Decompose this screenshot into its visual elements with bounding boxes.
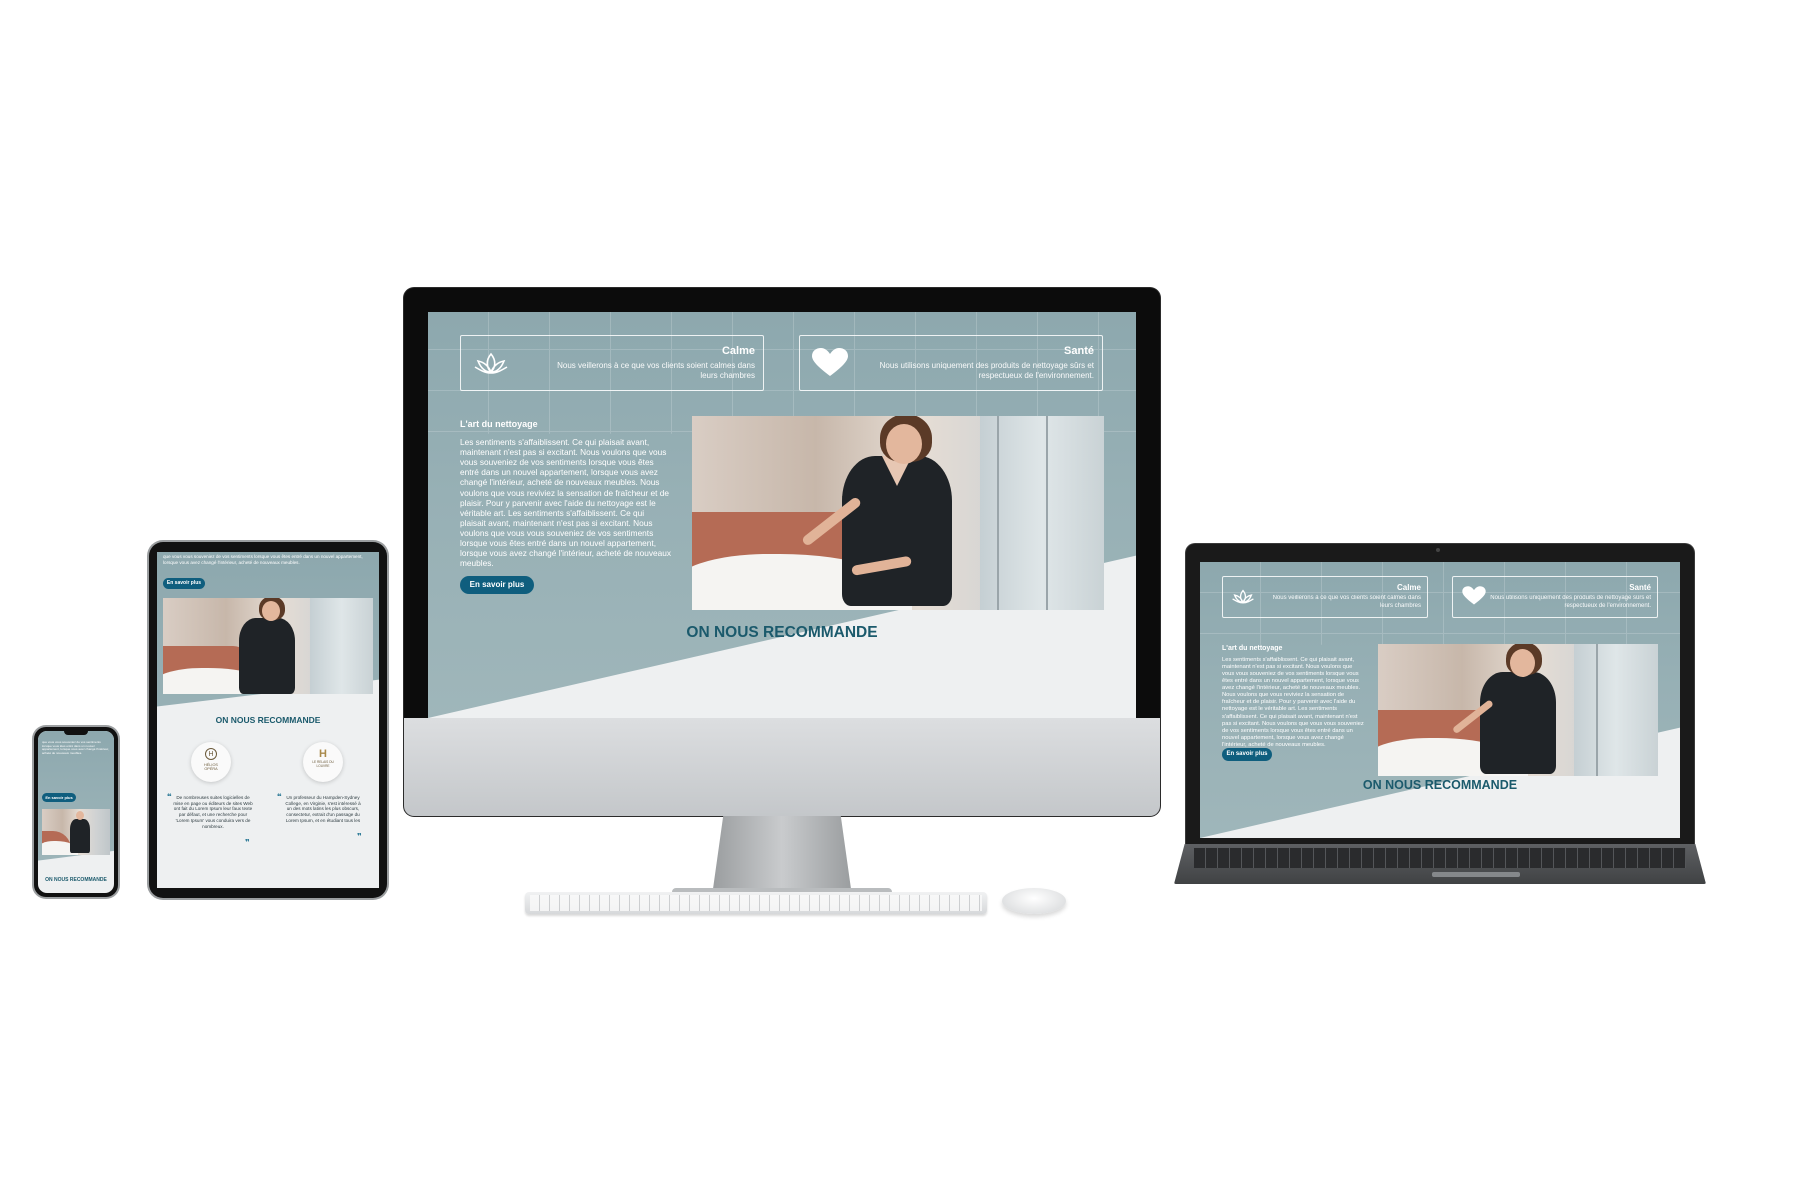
photo-maid-body bbox=[1480, 672, 1556, 774]
laptop-screen: Calme Nous veillerons à ce que vos clien… bbox=[1200, 562, 1680, 838]
photo-maid-face bbox=[886, 424, 922, 464]
section-title: L'art du nettoyage bbox=[1222, 645, 1283, 652]
section-paragraph: que vous vous souveniez de vos sentiment… bbox=[163, 554, 363, 565]
learn-more-button[interactable]: En savoir plus bbox=[460, 576, 534, 594]
heart-icon bbox=[810, 348, 850, 383]
card-title: Calme bbox=[1396, 583, 1421, 592]
keyboard-keys bbox=[530, 895, 982, 911]
card-description: Nous veillerons à ce que vos clients soi… bbox=[557, 361, 755, 380]
card-description: Nous utilisons uniquement des produits d… bbox=[1490, 595, 1651, 609]
tablet: que vous vous souveniez de vos sentiment… bbox=[149, 542, 387, 898]
feature-card-calme: Calme Nous veillerons à ce que vos clien… bbox=[460, 335, 764, 391]
laptop-camera bbox=[1436, 548, 1440, 552]
phone: que vous vous souveniez de vos sentiment… bbox=[34, 727, 118, 897]
card-description: Nous veillerons à ce que vos clients soi… bbox=[1272, 595, 1421, 609]
photo-window-frame bbox=[1046, 416, 1049, 610]
section-title: L'art du nettoyage bbox=[460, 419, 538, 429]
feature-card-sante: Santé Nous utilisons uniquement des prod… bbox=[1452, 576, 1658, 618]
section-paragraph: Les sentiments s'affaiblissent. Ce qui p… bbox=[1222, 657, 1364, 748]
quote-close-icon: ❞ bbox=[245, 838, 250, 847]
quote-close-icon: ❞ bbox=[357, 832, 362, 841]
maid-photo bbox=[42, 809, 110, 855]
quote-open-icon: ❝ bbox=[277, 792, 282, 801]
website-page: que vous vous souveniez de vos sentiment… bbox=[38, 731, 114, 893]
desktop-monitor: Calme Nous veillerons à ce que vos clien… bbox=[404, 288, 1160, 900]
website-page: Calme Nous veillerons à ce que vos clien… bbox=[428, 312, 1136, 718]
phone-notch bbox=[64, 730, 88, 735]
testimonial-text: Un professeur du Hampden-Sydney College,… bbox=[285, 795, 361, 823]
monitor-screen: Calme Nous veillerons à ce que vos clien… bbox=[428, 312, 1136, 718]
photo-window bbox=[310, 598, 373, 694]
maid-photo bbox=[1378, 644, 1658, 776]
section-paragraph: Les sentiments s'affaiblissent. Ce qui p… bbox=[460, 437, 671, 569]
photo-maid-body bbox=[239, 618, 295, 694]
monitor-stand bbox=[712, 816, 852, 896]
recommend-title: ON NOUS RECOMMANDE bbox=[215, 715, 321, 725]
feature-card-calme: Calme Nous veillerons à ce que vos clien… bbox=[1222, 576, 1428, 618]
tablet-screen: que vous vous souveniez de vos sentiment… bbox=[157, 552, 379, 888]
laptop-keyboard bbox=[1194, 848, 1686, 868]
mouse bbox=[1002, 888, 1066, 914]
keyboard bbox=[525, 892, 987, 914]
partner-logo-helios: H HÉLIOS OPÉRA bbox=[191, 742, 231, 782]
testimonial-text: De nombreuses suites logicielles de mise… bbox=[173, 795, 253, 829]
photo-maid-face bbox=[76, 811, 84, 820]
learn-more-button[interactable]: En savoir plus bbox=[163, 578, 205, 589]
photo-window-frame bbox=[1596, 644, 1599, 776]
photo-window bbox=[1574, 644, 1658, 776]
partner-monogram: H bbox=[205, 748, 217, 760]
learn-more-button[interactable]: En savoir plus bbox=[1222, 748, 1272, 761]
recommend-title: ON NOUS RECOMMANDE bbox=[45, 877, 107, 883]
maid-photo bbox=[163, 598, 373, 694]
laptop: Calme Nous veillerons à ce que vos clien… bbox=[1174, 544, 1706, 884]
card-title: Calme bbox=[721, 345, 755, 357]
partner-logo-relais-du-louvre: H LE RELAIS DU LOUVRE bbox=[303, 742, 343, 782]
partner-name: HÉLIOS OPÉRA bbox=[204, 763, 218, 772]
card-title: Santé bbox=[1629, 583, 1651, 592]
feature-card-sante: Santé Nous utilisons uniquement des prod… bbox=[799, 335, 1103, 391]
lotus-icon bbox=[1230, 587, 1256, 612]
phone-screen: que vous vous souveniez de vos sentiment… bbox=[38, 731, 114, 893]
partner-name: LE RELAIS DU LOUVRE bbox=[312, 760, 334, 768]
laptop-trackpad bbox=[1432, 872, 1520, 877]
photo-maid-face bbox=[262, 601, 280, 621]
learn-more-button[interactable]: En savoir plus bbox=[42, 793, 76, 802]
recommend-title: ON NOUS RECOMMANDE bbox=[1362, 778, 1518, 792]
lotus-icon bbox=[471, 350, 511, 383]
card-description: Nous utilisons uniquement des produits d… bbox=[879, 361, 1094, 380]
photo-maid-body bbox=[70, 819, 90, 853]
card-title: Santé bbox=[1064, 345, 1094, 357]
website-page: que vous vous souveniez de vos sentiment… bbox=[157, 552, 379, 888]
website-page: Calme Nous veillerons à ce que vos clien… bbox=[1200, 562, 1680, 838]
maid-photo bbox=[692, 416, 1104, 610]
quote-open-icon: ❝ bbox=[167, 792, 172, 801]
photo-window-frame bbox=[996, 416, 999, 610]
partner-monogram: H bbox=[319, 748, 327, 760]
photo-window bbox=[980, 416, 1104, 610]
monitor-chin bbox=[404, 718, 1160, 816]
photo-maid-face bbox=[1510, 649, 1535, 677]
recommend-title: ON NOUS RECOMMANDE bbox=[686, 624, 878, 641]
section-paragraph: que vous vous souveniez de vos sentiment… bbox=[42, 740, 109, 755]
